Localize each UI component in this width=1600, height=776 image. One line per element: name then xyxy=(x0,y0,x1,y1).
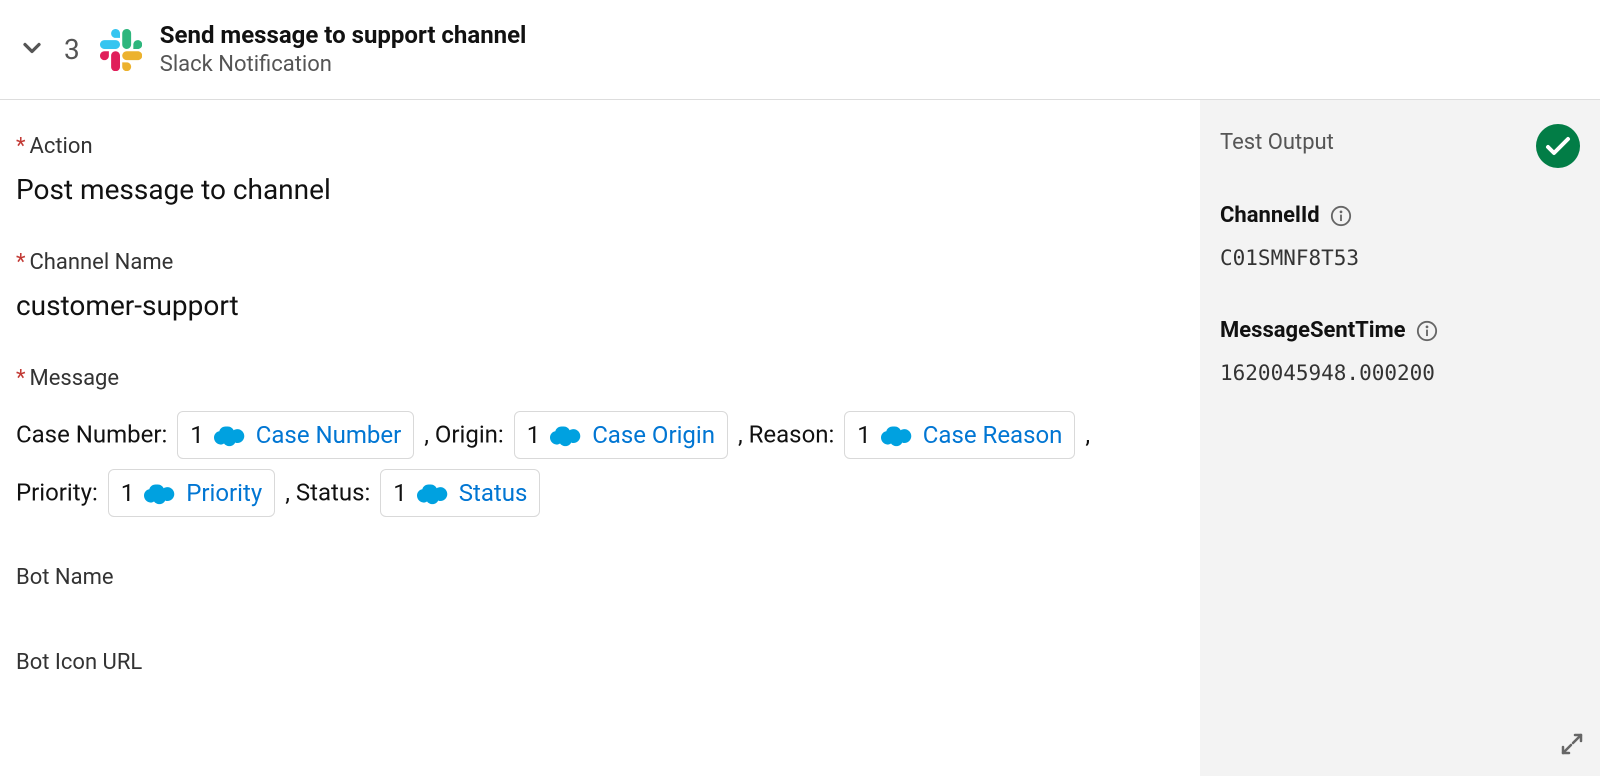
step-number: 3 xyxy=(64,33,80,66)
message-text: , Origin: xyxy=(424,421,510,449)
message-text: , Status: xyxy=(285,479,376,507)
output-channelid-value: C01SMNF8T53 xyxy=(1220,246,1580,270)
message-text: , xyxy=(1085,421,1090,449)
pill-step-index: 1 xyxy=(857,407,871,463)
message-value[interactable]: Case Number: 1 Case Number , Origin: 1 C… xyxy=(16,405,1184,520)
pill-step-index: 1 xyxy=(121,465,135,521)
pill-priority[interactable]: 1 Priority xyxy=(108,469,275,517)
step-header: 3 Send message to support channel Slack … xyxy=(0,0,1600,100)
message-label: *Message xyxy=(16,366,1184,391)
pill-case-number[interactable]: 1 Case Number xyxy=(177,411,414,459)
form-panel: *Action Post message to channel *Channel… xyxy=(0,100,1200,776)
salesforce-icon xyxy=(417,481,451,505)
message-text: Case Number: xyxy=(16,421,173,449)
required-asterisk: * xyxy=(16,134,25,159)
slack-icon xyxy=(100,29,142,71)
pill-step-index: 1 xyxy=(393,465,407,521)
pill-case-reason[interactable]: 1 Case Reason xyxy=(844,411,1075,459)
pill-field-label: Case Number xyxy=(256,407,401,463)
channel-name-value[interactable]: customer-support xyxy=(16,289,1184,322)
pill-field-label: Priority xyxy=(186,465,262,521)
salesforce-icon xyxy=(881,423,915,447)
required-asterisk: * xyxy=(16,366,25,391)
message-text: Priority: xyxy=(16,479,104,507)
step-title: Send message to support channel xyxy=(160,22,527,48)
pill-step-index: 1 xyxy=(190,407,204,463)
bot-name-label: Bot Name xyxy=(16,565,1184,590)
pill-status[interactable]: 1 Status xyxy=(380,469,540,517)
info-icon[interactable] xyxy=(1416,320,1438,342)
chevron-down-icon[interactable] xyxy=(18,34,46,66)
step-subtitle: Slack Notification xyxy=(160,52,527,77)
salesforce-icon xyxy=(214,423,248,447)
action-value[interactable]: Post message to channel xyxy=(16,173,1184,206)
output-messagesenttime-value: 1620045948.000200 xyxy=(1220,361,1580,385)
pill-field-label: Status xyxy=(459,465,528,521)
message-text: , Reason: xyxy=(738,421,840,449)
salesforce-icon xyxy=(144,481,178,505)
output-channelid-label: ChannelId xyxy=(1220,203,1580,228)
action-label: *Action xyxy=(16,134,1184,159)
expand-icon[interactable] xyxy=(1560,732,1584,760)
channel-name-label: *Channel Name xyxy=(16,250,1184,275)
salesforce-icon xyxy=(550,423,584,447)
success-check-icon xyxy=(1536,124,1580,168)
pill-field-label: Case Origin xyxy=(592,407,715,463)
info-icon[interactable] xyxy=(1330,205,1352,227)
pill-step-index: 1 xyxy=(527,407,541,463)
pill-case-origin[interactable]: 1 Case Origin xyxy=(514,411,728,459)
test-output-title: Test Output xyxy=(1220,130,1580,155)
required-asterisk: * xyxy=(16,250,25,275)
test-output-panel: Test Output ChannelId C01SMNF8T53 Messag… xyxy=(1200,100,1600,776)
bot-icon-url-label: Bot Icon URL xyxy=(16,650,1184,675)
pill-field-label: Case Reason xyxy=(923,407,1063,463)
output-messagesenttime-label: MessageSentTime xyxy=(1220,318,1580,343)
